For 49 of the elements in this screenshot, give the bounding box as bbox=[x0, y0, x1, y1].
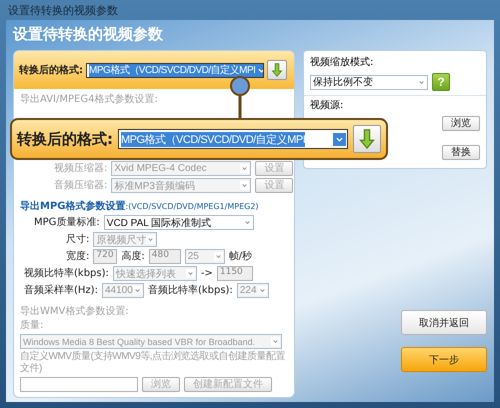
bitrate-dropdown[interactable]: 快速选择列表 bbox=[112, 266, 197, 281]
quality-label: MPG质量标准: bbox=[34, 216, 100, 228]
caret-icon bbox=[132, 286, 142, 295]
arrow-text: -> bbox=[200, 268, 213, 280]
caret-icon bbox=[240, 164, 250, 173]
fps-unit: 帧/秒 bbox=[228, 250, 252, 262]
dialog-heading: 设置待转换的视频参数 bbox=[13, 25, 164, 45]
bitrate-field[interactable]: 1150 bbox=[216, 266, 253, 281]
format-dropdown[interactable]: MPG格式（VCD/SVCD/DVD/自定义MPI bbox=[86, 62, 264, 78]
next-button[interactable]: 下一步 bbox=[401, 347, 487, 372]
caret-icon bbox=[214, 252, 223, 261]
format-label: 转换后的格式: bbox=[17, 130, 113, 148]
caret-icon bbox=[240, 181, 250, 190]
format-label: 转换后的格式: bbox=[19, 64, 83, 77]
width-label: 宽度: bbox=[66, 250, 90, 262]
scale-mode-dropdown[interactable]: 保持比例不变 bbox=[310, 74, 428, 90]
custom-quality-text: 自定义WMV质量(支持WMV9等,点击浏览选取或自创建质量配置文件) bbox=[20, 351, 286, 375]
codec-label: 视频压缩器: bbox=[54, 162, 108, 174]
audio-bitrate-label: 音频比特率(kbps): bbox=[148, 284, 233, 296]
sample-rate-label: 音频采样率(Hz): bbox=[24, 284, 98, 296]
caret-icon bbox=[333, 132, 346, 146]
section-title: 导出AVI/MPEG4格式参数设置: bbox=[20, 92, 159, 106]
source-label: 视频源: bbox=[310, 100, 344, 112]
scale-mode-label: 视频缩放模式: bbox=[310, 57, 374, 69]
window-title: 设置待转换的视频参数 bbox=[7, 2, 118, 18]
height-label: 高度: bbox=[121, 250, 145, 262]
caret-icon bbox=[186, 269, 195, 278]
size-label: 尺寸: bbox=[66, 234, 90, 246]
cancel-button[interactable]: 取消并返回 bbox=[401, 310, 487, 335]
section-title: 导出MPG格式参数设置:(VCD/SVCD/DVD/MPEG1/MPEG2) bbox=[20, 200, 260, 213]
caret-icon bbox=[258, 286, 267, 295]
replace-button[interactable]: 替换 bbox=[442, 145, 480, 160]
quality-dropdown[interactable]: VCD PAL 国际标准制式 bbox=[104, 215, 254, 230]
caret-icon bbox=[271, 337, 280, 346]
section-title: 导出WMV格式参数设置: bbox=[20, 304, 130, 318]
help-button[interactable]: ? bbox=[432, 73, 450, 91]
audio-bitrate-dropdown[interactable]: 224 bbox=[236, 283, 269, 298]
config-file-field[interactable] bbox=[20, 377, 138, 392]
sample-rate-dropdown[interactable]: 44100 bbox=[102, 283, 144, 298]
format-dropdown[interactable]: MPG格式（VCD/SVCD/DVD/自定义MPI bbox=[118, 129, 348, 149]
fps-dropdown[interactable]: 25 bbox=[184, 249, 225, 264]
caret-icon bbox=[146, 235, 156, 244]
quality-label: 质量: bbox=[20, 320, 44, 332]
height-field[interactable]: 480 bbox=[148, 249, 181, 264]
width-field[interactable]: 720 bbox=[93, 249, 118, 264]
codec-label: 音频压缩器: bbox=[54, 180, 108, 192]
browse-button[interactable]: 浏览 bbox=[442, 116, 480, 131]
video-bitrate-label: 视频比特率(kbps): bbox=[24, 268, 109, 280]
size-dropdown[interactable]: 原视频尺寸 bbox=[93, 232, 158, 247]
